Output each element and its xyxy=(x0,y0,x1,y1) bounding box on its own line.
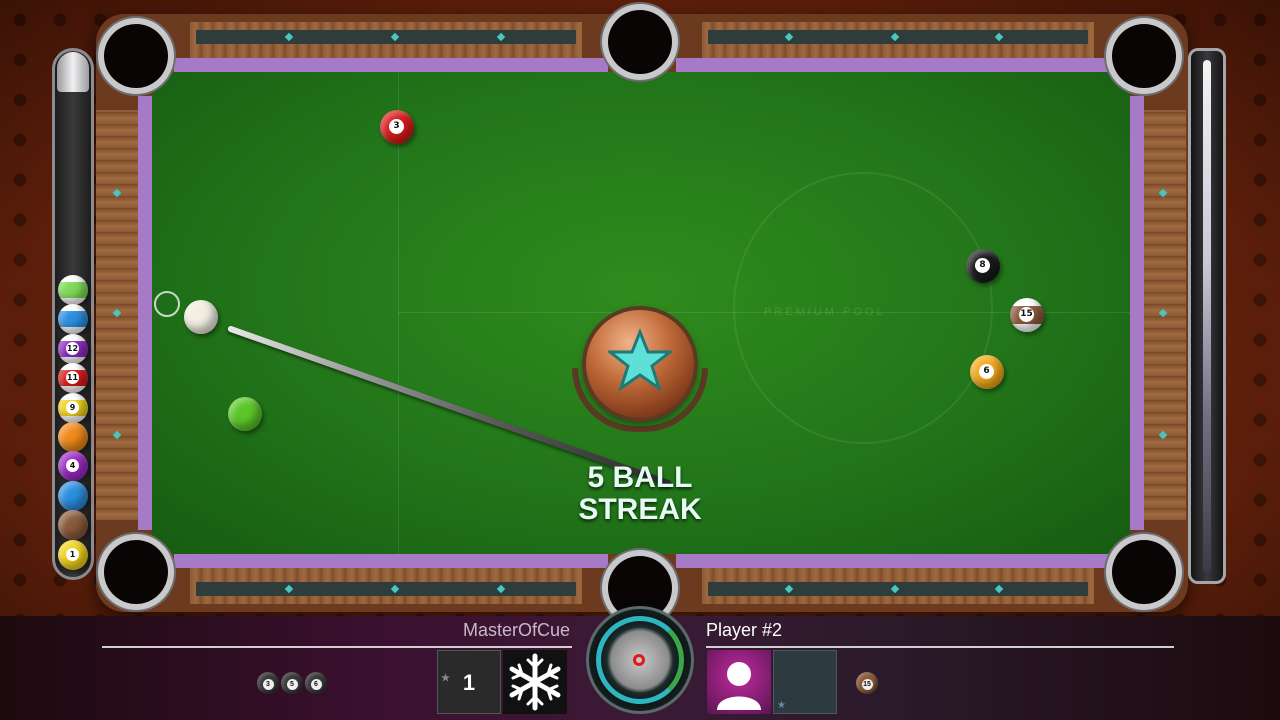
spin-point-marker[interactable] xyxy=(633,654,645,666)
aim-ghost-ball xyxy=(154,291,180,317)
pocketed-ball xyxy=(58,422,88,452)
star-icon xyxy=(608,328,672,392)
ball-number: 12 xyxy=(66,341,79,355)
remaining-ball-number: 6 xyxy=(310,679,322,690)
pocket-bottom-left xyxy=(104,540,168,604)
pocket-bottom-right xyxy=(1112,540,1176,604)
pool-ball xyxy=(228,397,262,431)
cushion-bottom-left xyxy=(174,554,608,568)
player1-name: MasterOfCue xyxy=(462,620,570,640)
rank-star-icon: ★ xyxy=(777,700,786,711)
remaining-ball-number: 3 xyxy=(262,679,274,690)
remaining-ball: 15 xyxy=(856,672,878,694)
pocketed-ball: 12 xyxy=(58,333,88,364)
ball-number: 15 xyxy=(1019,307,1034,322)
streak-text: 5 BALL STREAK xyxy=(560,462,720,526)
ball-number: 4 xyxy=(66,459,79,473)
streak-line-1: 5 BALL xyxy=(587,461,693,494)
pocketed-ball xyxy=(58,304,88,335)
pool-ball: 3 xyxy=(380,110,414,144)
ball-number: 3 xyxy=(389,119,404,134)
player1-avatar[interactable] xyxy=(503,650,567,714)
hud-divider-left xyxy=(102,646,572,648)
rack-cap xyxy=(57,52,89,92)
cushion-right xyxy=(1130,96,1144,530)
remaining-ball: 3 xyxy=(257,672,279,694)
pool-ball: 6 xyxy=(970,355,1004,389)
user-silhouette-icon xyxy=(717,662,761,710)
ball-number: 9 xyxy=(66,400,79,414)
remaining-ball: 5 xyxy=(281,672,303,694)
pocket-top-middle xyxy=(608,10,672,74)
rank-star-icon: ★ xyxy=(441,673,450,684)
pocketed-ball xyxy=(58,275,88,305)
pocketed-ball xyxy=(58,480,88,511)
rail-inlay xyxy=(196,582,576,596)
remaining-ball-number: 5 xyxy=(286,679,298,690)
remaining-ball: 6 xyxy=(305,672,327,694)
pocketed-ball: 9 xyxy=(58,392,88,423)
ball-number: 6 xyxy=(979,364,994,379)
power-meter-cue[interactable] xyxy=(1203,60,1211,572)
cushion-bottom-right xyxy=(676,554,1110,568)
pool-ball: 15 xyxy=(1010,298,1044,332)
hud-divider-right xyxy=(706,646,1174,648)
pocketed-ball: 11 xyxy=(58,363,88,394)
pocketed-balls-rack: 12 11 9 4 1 xyxy=(52,48,94,580)
cushion-top-left xyxy=(174,58,608,72)
ball-number: 8 xyxy=(975,258,990,273)
felt-logo-text: PREMIUM POOL xyxy=(764,306,886,318)
streak-badge xyxy=(572,310,708,436)
cushion-top-right xyxy=(676,58,1110,72)
pocket-top-left xyxy=(104,24,168,88)
streak-line-2: STREAK xyxy=(578,493,702,526)
ball-number: 1 xyxy=(66,547,79,561)
player2-avatar[interactable] xyxy=(707,650,771,714)
cushion-left xyxy=(138,96,152,530)
player2-score: ★ xyxy=(773,650,837,714)
pocketed-ball xyxy=(58,510,88,541)
player1-score: 1 ★ xyxy=(437,650,501,714)
rail-inlay xyxy=(196,30,576,44)
pocketed-ball: 1 xyxy=(58,539,88,570)
pool-ball: 8 xyxy=(966,249,1000,283)
snowflake-icon xyxy=(509,653,561,711)
player2-name: Player #2 xyxy=(706,620,783,640)
pocket-top-right xyxy=(1112,24,1176,88)
headstring-line xyxy=(398,72,399,554)
pocketed-ball: 4 xyxy=(58,451,88,482)
player1-score-value: 1 xyxy=(462,670,476,695)
cue-ball[interactable] xyxy=(184,300,218,334)
remaining-ball-number: 15 xyxy=(861,679,873,690)
ball-number: 11 xyxy=(66,371,79,385)
